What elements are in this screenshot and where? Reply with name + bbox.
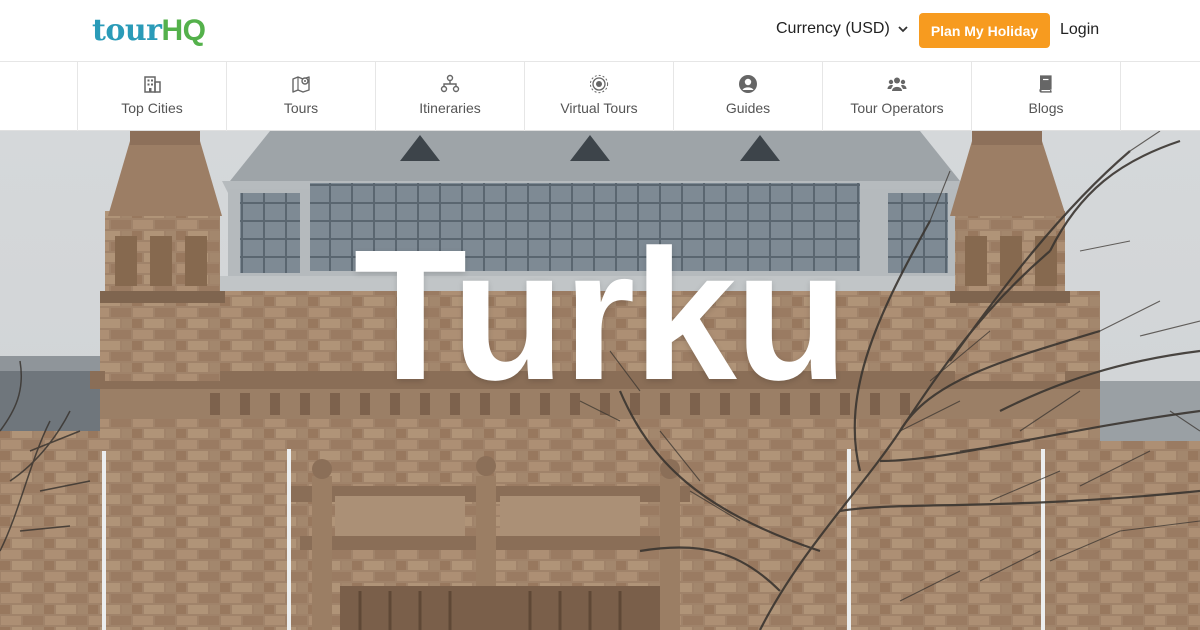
nav-item-guides[interactable]: Guides [674, 62, 823, 131]
users-icon [887, 77, 907, 91]
chevron-down-icon [898, 26, 908, 33]
tourhq-logo[interactable]: tourHQ [92, 10, 206, 50]
book-icon [1039, 75, 1052, 93]
building-icon [144, 76, 161, 93]
nav-item-blogs[interactable]: Blogs [972, 62, 1121, 131]
main-nav: Top Cities Tours Itineraries Virtual Tou… [0, 62, 1200, 131]
nav-item-tour-operators[interactable]: Tour Operators [823, 62, 972, 131]
nav-label: Tour Operators [850, 100, 944, 116]
login-link[interactable]: Login [1060, 21, 1099, 39]
nav-label: Tours [283, 100, 319, 116]
nav-label: Itineraries [419, 100, 481, 116]
hero-banner: Turku [0, 131, 1200, 630]
nav-item-tours[interactable]: Tours [227, 62, 376, 131]
plan-my-holiday-button[interactable]: Plan My Holiday [919, 13, 1050, 48]
map-pin-icon [292, 76, 310, 93]
sitemap-icon [440, 74, 460, 93]
nav-label: Blogs [1028, 100, 1064, 116]
currency-selector[interactable]: Currency (USD) [776, 20, 908, 38]
site-header: tourHQ Currency (USD) Plan My Holiday Lo… [0, 0, 1200, 62]
city-title: Turku [353, 212, 849, 419]
user-circle-icon [739, 75, 757, 93]
nav-label: Virtual Tours [560, 100, 638, 116]
nav-label: Top Cities [121, 100, 183, 116]
nav-label: Guides [725, 100, 771, 116]
nav-item-itineraries[interactable]: Itineraries [376, 62, 525, 131]
logo-text-part1: tour [92, 13, 162, 48]
currency-label: Currency (USD) [776, 20, 890, 37]
nav-item-virtual-tours[interactable]: Virtual Tours [525, 62, 674, 131]
virtual-tour-icon [589, 74, 609, 94]
logo-text: tourHQ [92, 12, 206, 50]
nav-item-top-cities[interactable]: Top Cities [78, 62, 227, 131]
logo-text-part2: HQ [161, 14, 206, 47]
